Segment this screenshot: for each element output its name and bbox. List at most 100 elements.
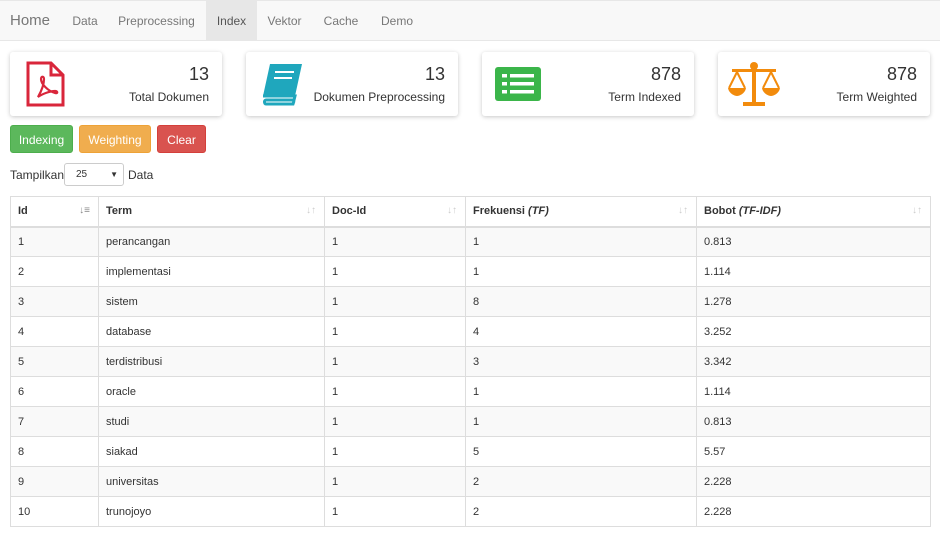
doc-id-cell: 1 bbox=[324, 496, 466, 527]
nav-item-preprocessing[interactable]: Preprocessing bbox=[107, 1, 206, 41]
clear-button[interactable]: Clear bbox=[157, 125, 206, 153]
column-header-label: Doc-Id bbox=[332, 205, 367, 218]
bobot-cell: 0.813 bbox=[696, 226, 931, 257]
bobot-cell: 2.228 bbox=[696, 496, 931, 527]
top-navbar: Home Data Preprocessing Index Vektor Cac… bbox=[0, 0, 940, 41]
bobot-cell: 3.252 bbox=[696, 316, 931, 347]
book-icon bbox=[258, 60, 306, 108]
table-row: 5 terdistribusi 1 3 3.342 bbox=[10, 346, 931, 377]
column-header-term[interactable]: Term ↓↑ bbox=[98, 196, 325, 228]
stat-card-term-weighted: 878 Term Weighted bbox=[718, 52, 930, 116]
frekuensi-cell: 1 bbox=[465, 256, 697, 287]
frekuensi-cell: 5 bbox=[465, 436, 697, 467]
sort-icon: ↓↑ bbox=[678, 205, 688, 216]
column-header-doc-id[interactable]: Doc-Id ↓↑ bbox=[324, 196, 466, 228]
pdf-icon bbox=[22, 60, 70, 108]
brand-home-link[interactable]: Home bbox=[10, 1, 50, 41]
table-row: 3 sistem 1 8 1.278 bbox=[10, 286, 931, 317]
balance-scale-icon bbox=[728, 60, 780, 108]
table-row: 10 trunojoyo 1 2 2.228 bbox=[10, 496, 931, 527]
bobot-cell: 1.114 bbox=[696, 376, 931, 407]
doc-id-cell: 1 bbox=[324, 466, 466, 497]
table-row: 6 oracle 1 1 1.114 bbox=[10, 376, 931, 407]
table-row: 1 perancangan 1 1 0.813 bbox=[10, 226, 931, 257]
id-cell: 1 bbox=[10, 226, 99, 257]
frekuensi-cell: 1 bbox=[465, 406, 697, 437]
table-row: 8 siakad 1 5 5.57 bbox=[10, 436, 931, 467]
total-dokumen-value: 13 bbox=[188, 64, 209, 84]
doc-id-cell: 1 bbox=[324, 406, 466, 437]
column-header-bobot[interactable]: Bobot (TF-IDF) ↓↑ bbox=[696, 196, 931, 228]
term-indexed-label: Term Indexed bbox=[608, 90, 681, 104]
column-header-label: Term bbox=[106, 205, 133, 218]
term-cell: database bbox=[98, 316, 325, 347]
table-row: 9 universitas 1 2 2.228 bbox=[10, 466, 931, 497]
length-prefix-label: Tampilkan bbox=[10, 168, 65, 182]
page-length-value: 25 bbox=[76, 169, 88, 180]
bobot-cell: 1.114 bbox=[696, 256, 931, 287]
term-cell: terdistribusi bbox=[98, 346, 325, 377]
term-cell: sistem bbox=[98, 286, 325, 317]
nav-item-vektor[interactable]: Vektor bbox=[257, 1, 312, 41]
frekuensi-cell: 8 bbox=[465, 286, 697, 317]
caret-down-icon: ▼ bbox=[110, 170, 118, 179]
id-cell: 5 bbox=[10, 346, 99, 377]
term-cell: studi bbox=[98, 406, 325, 437]
column-header-note: (TF) bbox=[528, 205, 549, 218]
column-header-label: Bobot bbox=[704, 205, 736, 218]
stat-card-total-dokumen: 13 Total Dokumen bbox=[10, 52, 222, 116]
weighting-button[interactable]: Weighting bbox=[79, 125, 151, 153]
nav-item-cache[interactable]: Cache bbox=[312, 1, 370, 41]
term-index-table: Id ↓≡ Term ↓↑ Doc-Id ↓↑ Frekuensi (TF) ↓… bbox=[10, 196, 931, 527]
nav-item-index[interactable]: Index bbox=[206, 1, 257, 41]
term-cell: perancangan bbox=[98, 226, 325, 257]
table-body: 1 perancangan 1 1 0.813 2 implementasi 1 1 1.114 3… bbox=[10, 226, 931, 527]
indexing-button[interactable]: Indexing bbox=[10, 125, 73, 153]
id-cell: 4 bbox=[10, 316, 99, 347]
bobot-cell: 2.228 bbox=[696, 466, 931, 497]
id-cell: 3 bbox=[10, 286, 99, 317]
column-header-frekuensi[interactable]: Frekuensi (TF) ↓↑ bbox=[465, 196, 697, 228]
sort-icon: ↓↑ bbox=[306, 205, 316, 216]
frekuensi-cell: 1 bbox=[465, 226, 697, 257]
dokumen-preprocessing-label: Dokumen Preprocessing bbox=[313, 90, 445, 104]
sort-icon: ↓↑ bbox=[912, 205, 922, 216]
doc-id-cell: 1 bbox=[324, 346, 466, 377]
column-header-label: Frekuensi bbox=[473, 205, 525, 218]
table-header-row: Id ↓≡ Term ↓↑ Doc-Id ↓↑ Frekuensi (TF) ↓… bbox=[10, 196, 931, 228]
frekuensi-cell: 1 bbox=[465, 376, 697, 407]
dokumen-preprocessing-value: 13 bbox=[424, 64, 445, 84]
nav-item-demo[interactable]: Demo bbox=[370, 1, 424, 41]
column-header-label: Id bbox=[18, 205, 28, 218]
bobot-cell: 3.342 bbox=[696, 346, 931, 377]
doc-id-cell: 1 bbox=[324, 256, 466, 287]
sort-icon: ↓↑ bbox=[447, 205, 457, 216]
term-indexed-value: 878 bbox=[650, 64, 681, 84]
table-row: 2 implementasi 1 1 1.114 bbox=[10, 256, 931, 287]
term-cell: universitas bbox=[98, 466, 325, 497]
id-cell: 6 bbox=[10, 376, 99, 407]
table-row: 7 studi 1 1 0.813 bbox=[10, 406, 931, 437]
doc-id-cell: 1 bbox=[324, 436, 466, 467]
doc-id-cell: 1 bbox=[324, 226, 466, 257]
page-length-select[interactable]: 25 ▼ bbox=[64, 163, 124, 186]
term-weighted-value: 878 bbox=[886, 64, 917, 84]
table-row: 4 database 1 4 3.252 bbox=[10, 316, 931, 347]
term-cell: oracle bbox=[98, 376, 325, 407]
frekuensi-cell: 4 bbox=[465, 316, 697, 347]
nav-item-data[interactable]: Data bbox=[63, 1, 107, 41]
term-cell: siakad bbox=[98, 436, 325, 467]
id-cell: 2 bbox=[10, 256, 99, 287]
term-cell: trunojoyo bbox=[98, 496, 325, 527]
column-header-id[interactable]: Id ↓≡ bbox=[10, 196, 99, 228]
bobot-cell: 5.57 bbox=[696, 436, 931, 467]
id-cell: 8 bbox=[10, 436, 99, 467]
id-cell: 9 bbox=[10, 466, 99, 497]
doc-id-cell: 1 bbox=[324, 376, 466, 407]
sort-ascending-icon: ↓≡ bbox=[79, 205, 90, 216]
bobot-cell: 0.813 bbox=[696, 406, 931, 437]
bobot-cell: 1.278 bbox=[696, 286, 931, 317]
column-header-note: (TF-IDF) bbox=[738, 205, 781, 218]
id-cell: 10 bbox=[10, 496, 99, 527]
frekuensi-cell: 2 bbox=[465, 466, 697, 497]
